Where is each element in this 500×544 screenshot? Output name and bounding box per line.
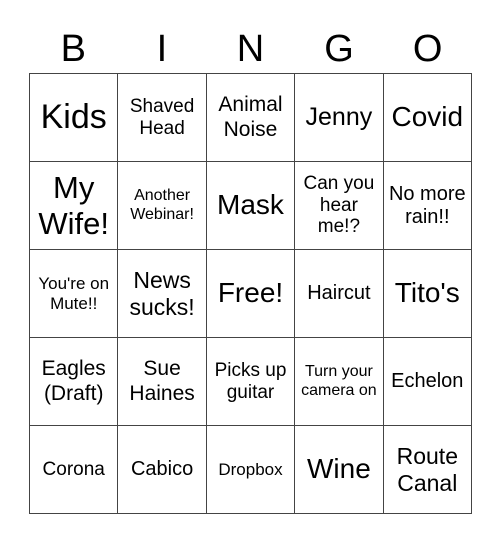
- bingo-cell[interactable]: Can you hear me!?: [295, 162, 384, 250]
- bingo-cell[interactable]: No more rain!!: [383, 162, 472, 250]
- bingo-cell[interactable]: Another Webinar!: [118, 162, 207, 250]
- bingo-cell[interactable]: News sucks!: [118, 250, 207, 338]
- bingo-cell[interactable]: Eagles (Draft): [30, 338, 119, 426]
- bingo-header: B I N G O: [29, 24, 472, 74]
- bingo-cell[interactable]: Covid: [383, 74, 472, 162]
- header-letter-g: G: [324, 28, 354, 70]
- bingo-cell[interactable]: Wine: [295, 426, 384, 514]
- bingo-cell[interactable]: Turn your camera on: [295, 338, 384, 426]
- bingo-cell[interactable]: Animal Noise: [206, 74, 296, 162]
- bingo-cell[interactable]: Echelon: [383, 338, 472, 426]
- bingo-cell[interactable]: Free!: [206, 250, 296, 338]
- bingo-cell[interactable]: My Wife!: [30, 162, 119, 250]
- bingo-cell[interactable]: Dropbox: [206, 426, 296, 514]
- bingo-cell[interactable]: Haircut: [295, 250, 384, 338]
- bingo-cell[interactable]: Picks up guitar: [206, 338, 296, 426]
- bingo-cell[interactable]: Corona: [30, 426, 119, 514]
- header-letter-i: I: [156, 28, 168, 70]
- bingo-cell[interactable]: Sue Haines: [118, 338, 207, 426]
- bingo-grid: Kids Shaved Head Animal Noise Jenny Covi…: [29, 73, 472, 514]
- bingo-cell[interactable]: Shaved Head: [118, 74, 207, 162]
- bingo-cell[interactable]: You're on Mute!!: [30, 250, 119, 338]
- bingo-cell[interactable]: Jenny: [295, 74, 384, 162]
- bingo-cell[interactable]: Mask: [206, 162, 296, 250]
- bingo-cell[interactable]: Cabico: [118, 426, 207, 514]
- header-letter-n: N: [236, 28, 265, 70]
- header-letter-b: B: [60, 28, 86, 70]
- bingo-cell[interactable]: Tito's: [383, 250, 472, 338]
- header-letter-o: O: [412, 28, 443, 70]
- bingo-cell[interactable]: Route Canal: [383, 426, 472, 514]
- bingo-cell[interactable]: Kids: [30, 74, 119, 162]
